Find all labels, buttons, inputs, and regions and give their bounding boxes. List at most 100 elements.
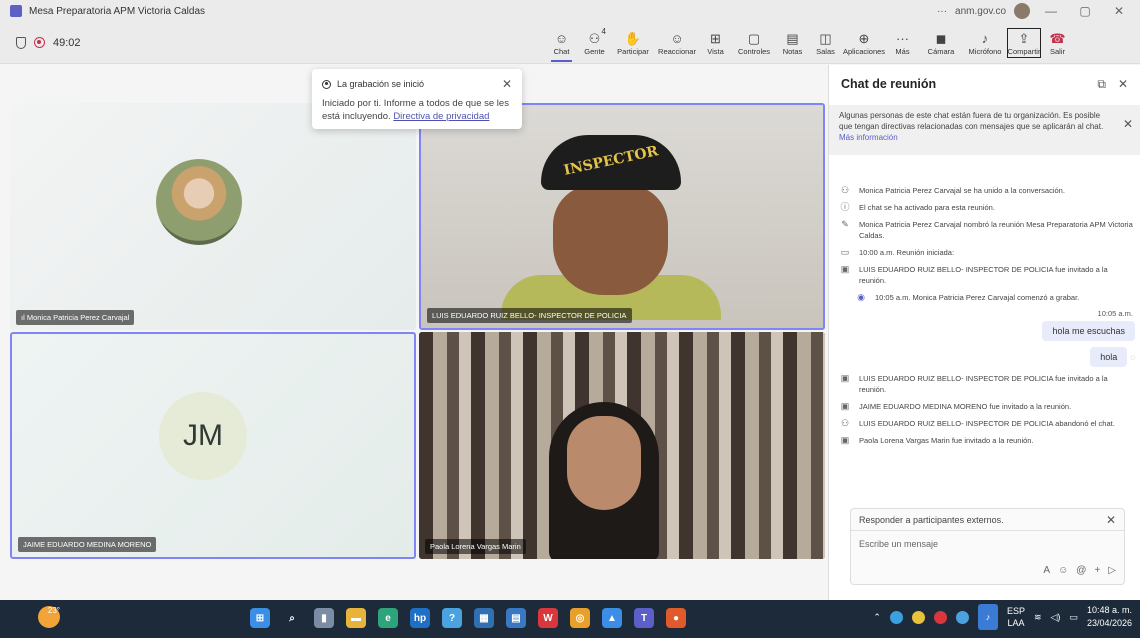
notes-button[interactable]: ▤ Notas: [776, 22, 809, 64]
react-button[interactable]: ☺ Reaccionar: [655, 22, 699, 64]
mic-button[interactable]: ♪ Micrófono: [963, 22, 1007, 64]
rooms-button[interactable]: ◫ Salas: [809, 22, 842, 64]
system-message: ✎ Monica Patricia Perez Carvajal nombró l…: [839, 219, 1135, 241]
edge-icon[interactable]: e: [378, 608, 398, 628]
raise-icon: ✋: [624, 30, 642, 46]
more-info-link[interactable]: Más información: [839, 133, 898, 142]
system-message: ⓘ El chat se ha activado para esta reunió…: [839, 202, 1135, 213]
view-button[interactable]: ⊞ Vista: [699, 22, 732, 64]
app-tray-icon[interactable]: [889, 610, 903, 624]
event-text: 10:00 a.m. Reunión iniciada:: [859, 248, 955, 257]
system-message: ◉ 10:05 a.m. Monica Patricia Perez Carvaj…: [855, 292, 1135, 303]
onedrive-tray-icon[interactable]: [955, 610, 969, 624]
more-options-icon[interactable]: ···: [937, 6, 947, 17]
add-icon[interactable]: +: [1094, 565, 1100, 576]
start-icon[interactable]: ⊞: [250, 608, 270, 628]
close-icon[interactable]: ✕: [1118, 77, 1128, 92]
event-icon: ▭: [840, 247, 850, 257]
chat-button[interactable]: ☺ Chat: [545, 22, 578, 64]
restore-button[interactable]: ▢: [1072, 4, 1098, 18]
task-view-icon[interactable]: ▮: [314, 608, 334, 628]
event-icon: ⚇: [840, 185, 850, 195]
battery-icon[interactable]: ▭: [1069, 612, 1078, 623]
cap-text: INSPECTOR: [562, 143, 660, 179]
minimize-button[interactable]: —: [1038, 4, 1064, 18]
app-tray-icon[interactable]: [911, 610, 925, 624]
people-icon: ⚇: [588, 30, 601, 46]
close-window-button[interactable]: ✕: [1106, 4, 1132, 18]
calendar-icon[interactable]: ▦: [474, 608, 494, 628]
format-icon[interactable]: A: [1043, 565, 1050, 576]
participant-tile-monica[interactable]: ıl Monica Patricia Perez Carvajal: [10, 103, 416, 330]
video-stage: ıl Monica Patricia Perez Carvajal INSPEC…: [0, 65, 828, 600]
system-message: ▣ Paola Lorena Vargas Marin fue invitado …: [839, 435, 1135, 446]
popout-icon[interactable]: ⧉: [1097, 77, 1106, 92]
wifi-icon[interactable]: ≋: [1034, 612, 1042, 623]
raise-label: Participar: [617, 46, 649, 56]
chat-label: Chat: [553, 46, 570, 56]
emoji-icon[interactable]: ☺: [1058, 565, 1068, 576]
volume-icon[interactable]: ◁): [1051, 612, 1061, 623]
mic-icon: ♪: [981, 30, 989, 46]
event-text: Monica Patricia Perez Carvajal se ha uni…: [859, 186, 1065, 195]
compose-box: Responder a participantes externos. ✕ Es…: [850, 508, 1125, 585]
message-input[interactable]: Escribe un mensaje: [851, 531, 1124, 557]
onedrive-icon[interactable]: ▲: [602, 608, 622, 628]
raise-button[interactable]: ✋ Participar: [611, 22, 655, 64]
people-button[interactable]: ⚇ 4 Gente: [578, 22, 611, 64]
controls-label: Controles: [737, 46, 771, 56]
firefox-icon[interactable]: ●: [666, 608, 686, 628]
rooms-label: Salas: [816, 46, 835, 56]
participant-tile-luis[interactable]: INSPECTOR LUIS EDUARDO RUIZ BELLO- INSPE…: [419, 103, 825, 330]
language-indicator[interactable]: ESP LAA: [1007, 605, 1025, 629]
reply-label: Responder a participantes externos.: [859, 514, 1004, 525]
share-button[interactable]: ⇪ Compartir: [1007, 28, 1041, 58]
react-icon: ☺: [670, 30, 684, 46]
participant-initials-avatar: JM: [159, 392, 247, 480]
view-label: Vista: [707, 46, 724, 56]
leave-button[interactable]: ☎ Salir: [1041, 22, 1074, 64]
more-label: Más: [895, 46, 910, 56]
privacy-policy-link[interactable]: Directiva de privacidad: [393, 111, 489, 122]
participant-tile-paola[interactable]: Paola Lorena Vargas Marin: [419, 332, 825, 559]
user-avatar[interactable]: [1014, 3, 1030, 19]
camera-icon: ◼: [935, 30, 947, 46]
apps-button[interactable]: ⊕ Aplicaciones: [842, 22, 886, 64]
event-text: JAIME EDUARDO MEDINA MORENO fue invitado…: [859, 402, 1072, 411]
teams-icon[interactable]: T: [634, 608, 654, 628]
people-label: Gente: [584, 46, 605, 56]
rooms-icon: ◫: [819, 30, 832, 46]
hp-icon[interactable]: hp: [410, 608, 430, 628]
app-tray-icon[interactable]: [933, 610, 947, 624]
weather-icon[interactable]: 23°: [38, 606, 60, 628]
word-icon[interactable]: W: [538, 608, 558, 628]
recording-notification: La grabación se inició ✕ Iniciado por ti…: [312, 69, 522, 129]
more-icon: ···: [896, 30, 909, 46]
search-icon[interactable]: ⌕: [282, 608, 302, 628]
event-icon: ▣: [840, 401, 850, 411]
share-label: Compartir: [1007, 46, 1041, 56]
help-icon[interactable]: ?: [442, 608, 462, 628]
close-icon[interactable]: ✕: [1106, 513, 1116, 527]
chat-bubble[interactable]: hola me escuchas: [1042, 321, 1135, 341]
meeting-chat-panel: Chat de reunión ⧉ ✕ Algunas personas de …: [828, 65, 1140, 600]
more-button[interactable]: ··· Más: [886, 22, 919, 64]
close-icon[interactable]: ✕: [502, 77, 512, 91]
seen-icon: ◌: [1130, 352, 1135, 362]
participant-tile-jaime[interactable]: JM JAIME EDUARDO MEDINA MORENO: [10, 332, 416, 559]
close-icon[interactable]: ✕: [1123, 118, 1133, 130]
chevron-up-icon[interactable]: ⌃: [873, 612, 881, 623]
store-icon[interactable]: ▤: [506, 608, 526, 628]
apps-icon: ⊕: [858, 30, 870, 46]
microphone-icon[interactable]: ♪: [977, 604, 998, 630]
controls-button[interactable]: ▢ Controles: [732, 22, 776, 64]
clock[interactable]: 10:48 a. m. 23/04/2026: [1087, 604, 1132, 630]
send-icon[interactable]: ▷: [1108, 565, 1116, 576]
camera-button[interactable]: ◼ Cámara: [919, 22, 963, 64]
chat-bubble[interactable]: hola: [1090, 347, 1128, 367]
file-explorer-icon[interactable]: ▬: [346, 608, 366, 628]
chrome-icon[interactable]: ◎: [570, 608, 590, 628]
loop-icon[interactable]: @: [1076, 565, 1086, 576]
participant-video: INSPECTOR: [501, 125, 721, 320]
participant-name-tag: Paola Lorena Vargas Marin: [425, 539, 526, 554]
